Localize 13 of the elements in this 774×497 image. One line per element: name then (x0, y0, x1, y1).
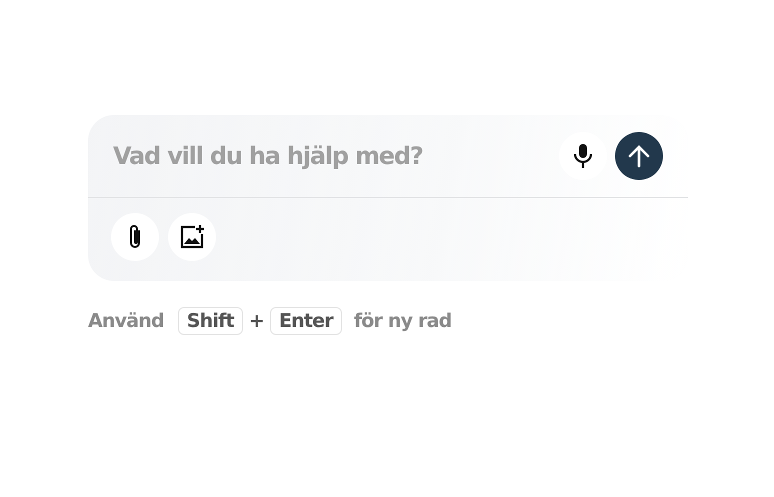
add-image-button[interactable] (168, 212, 216, 260)
arrow-up-icon (628, 144, 650, 168)
paperclip-icon (127, 224, 143, 250)
enter-key: Enter (270, 307, 342, 335)
shift-key: Shift (178, 307, 243, 335)
microphone-icon (573, 143, 593, 169)
send-button[interactable] (615, 132, 663, 180)
message-input[interactable]: Vad vill du ha hjälp med? (111, 141, 551, 171)
hint-text: för ny rad (354, 310, 452, 332)
attach-button[interactable] (111, 212, 159, 260)
hint-text: Använd (88, 310, 164, 332)
plus-sign: + (248, 310, 264, 332)
image-plus-icon (179, 224, 205, 250)
